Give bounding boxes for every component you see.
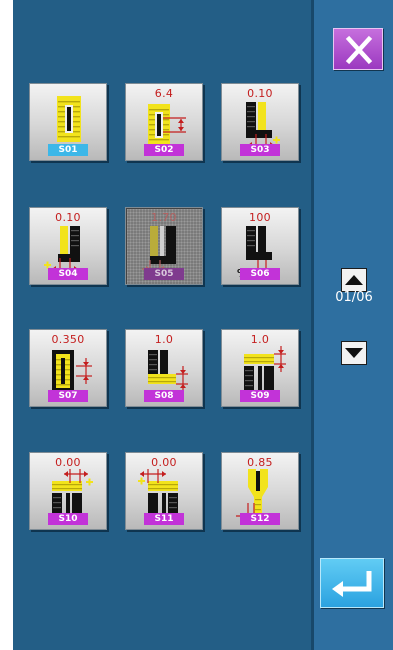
pattern-code: S02	[144, 144, 184, 156]
pattern-code: S06	[240, 268, 280, 280]
pattern-tile-s01[interactable]: S01	[29, 83, 107, 161]
arrow-down-icon	[345, 348, 363, 358]
pattern-code: S01	[48, 144, 88, 156]
page-down-button[interactable]	[341, 341, 367, 365]
pattern-code: S11	[144, 513, 184, 525]
enter-return-icon	[332, 571, 372, 597]
pattern-code: S07	[48, 390, 88, 402]
pattern-code: S10	[48, 513, 88, 525]
pattern-tile-s06[interactable]: 100 % S06	[221, 207, 299, 285]
pattern-code: S08	[144, 390, 184, 402]
pattern-tile-s08[interactable]: 1.0 S08	[125, 329, 203, 407]
enter-button[interactable]	[320, 558, 384, 608]
pattern-tile-s07[interactable]: 0.350 S07	[29, 329, 107, 407]
pattern-tile-s10[interactable]: 0.00 S10	[29, 452, 107, 530]
pattern-tile-s11[interactable]: 0.00 S11	[125, 452, 203, 530]
pattern-tile-s02[interactable]: 6.4 S02	[125, 83, 203, 161]
pattern-tile-s04[interactable]: 0.10 S04	[29, 207, 107, 285]
arrow-up-icon	[345, 275, 363, 285]
page-indicator: 01/06	[335, 290, 373, 305]
pattern-tile-s05[interactable]: 1.70 S05	[125, 207, 203, 285]
pattern-tile-s09[interactable]: 1.0 S09	[221, 329, 299, 407]
pattern-code: S05	[144, 268, 184, 280]
pattern-tile-s03[interactable]: 0.10 S03	[221, 83, 299, 161]
page-up-button[interactable]	[341, 268, 367, 292]
close-x-icon	[345, 35, 373, 65]
pattern-code: S03	[240, 144, 280, 156]
pattern-code: S12	[240, 513, 280, 525]
pattern-tile-s12[interactable]: 0.85 S12	[221, 452, 299, 530]
pattern-code: S04	[48, 268, 88, 280]
close-button[interactable]	[333, 28, 383, 70]
panel-divider	[311, 0, 314, 650]
pattern-code: S09	[240, 390, 280, 402]
